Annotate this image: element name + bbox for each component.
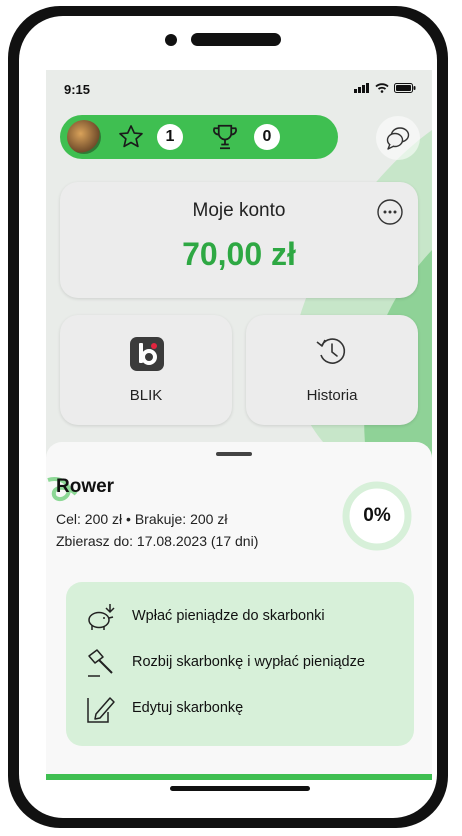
camera-dot <box>165 34 177 46</box>
break-action[interactable]: Rozbij skarbonkę i wypłać pieniądze <box>84 646 404 680</box>
bottom-green-bar <box>46 774 432 780</box>
speaker-grille <box>191 33 281 46</box>
history-tile[interactable]: Historia <box>246 315 418 425</box>
status-bar: 9:15 <box>46 70 432 110</box>
history-icon <box>316 338 346 364</box>
goal-actions-panel: Wpłać pieniądze do skarbonki Rozbij skar… <box>66 582 414 746</box>
account-title: Moje konto <box>192 200 286 221</box>
goal-name: Rower <box>56 476 115 497</box>
avatar[interactable] <box>67 120 101 154</box>
goal-progress-percent: 0% <box>363 505 391 526</box>
app-screen: 9:15 1 0 Moje konto 70,00 zł BLIK Histor… <box>46 70 432 780</box>
goal-bottom-sheet: Rower Cel: 200 zł • Brakuje: 200 zł Zbie… <box>46 442 432 780</box>
stars-count-badge: 1 <box>157 124 183 150</box>
status-icons <box>354 83 416 93</box>
account-card[interactable]: Moje konto 70,00 zł <box>60 182 418 298</box>
chat-button[interactable] <box>376 116 420 160</box>
trophy-icon <box>213 124 237 150</box>
status-time: 9:15 <box>64 82 91 97</box>
sheet-drag-handle[interactable] <box>216 452 252 456</box>
rewards-pill[interactable]: 1 0 <box>60 115 338 159</box>
edit-icon <box>87 697 115 723</box>
history-label: Historia <box>306 387 358 404</box>
trophies-count-badge: 0 <box>254 124 280 150</box>
signal-icon <box>354 83 369 93</box>
hammer-icon <box>88 649 113 677</box>
deposit-label: Wpłać pieniądze do skarbonki <box>132 608 325 624</box>
chat-bubbles-icon <box>386 127 410 150</box>
more-options-icon[interactable] <box>376 198 404 226</box>
battery-icon <box>394 83 416 93</box>
piggy-bank-icon <box>88 604 115 630</box>
edit-action[interactable]: Edytuj skarbonkę <box>84 692 404 726</box>
account-balance: 70,00 zł <box>182 236 296 272</box>
blik-label: BLIK <box>129 387 163 404</box>
wifi-icon <box>375 83 389 93</box>
home-indicator[interactable] <box>170 786 310 791</box>
goal-deadline: Zbierasz do: 17.08.2023 (17 dni) <box>56 533 259 549</box>
break-label: Rozbij skarbonkę i wypłać pieniądze <box>132 654 365 670</box>
blik-icon <box>130 337 164 371</box>
deposit-action[interactable]: Wpłać pieniądze do skarbonki <box>84 600 404 634</box>
star-icon <box>119 125 143 148</box>
blik-tile[interactable]: BLIK <box>60 315 232 425</box>
edit-label: Edytuj skarbonkę <box>132 700 244 716</box>
goal-amounts: Cel: 200 zł • Brakuje: 200 zł <box>56 511 228 527</box>
